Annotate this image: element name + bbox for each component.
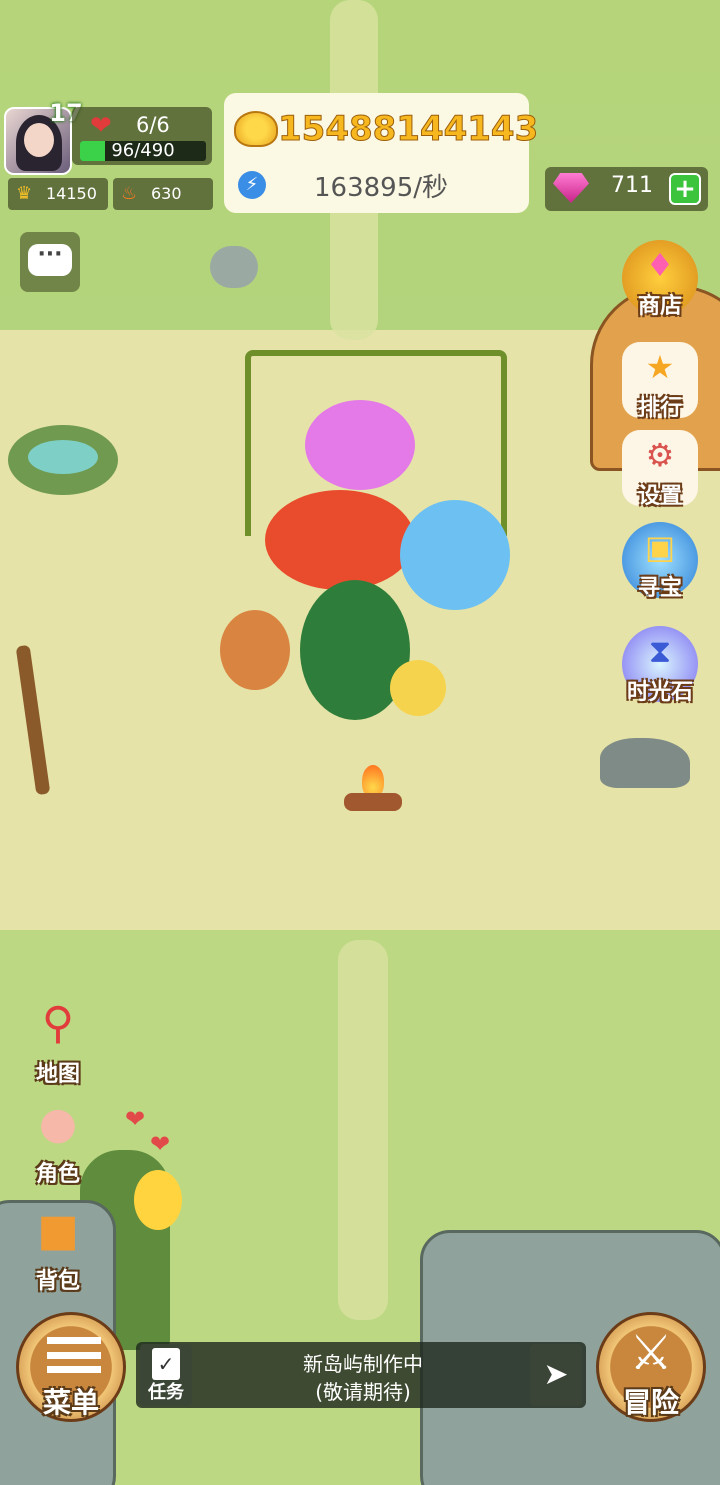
treasure-button[interactable]: ▣ 寻宝: [622, 522, 698, 601]
rank-button[interactable]: ★ 排行: [622, 342, 698, 421]
gold-amount: 15488144143: [277, 109, 539, 150]
gold-rate: 163895/秒: [314, 173, 449, 203]
campfire[interactable]: [340, 765, 406, 821]
map-icon: ⚲: [41, 998, 75, 1049]
menu-button[interactable]: 菜单: [16, 1312, 126, 1422]
backpack-icon: ■: [37, 1205, 79, 1256]
rank-label: 排行: [637, 396, 682, 421]
task-subtitle: (敬请期待): [315, 1380, 411, 1404]
bag-label: 背包: [35, 1269, 80, 1294]
gem-icon: [553, 173, 589, 203]
adventure-label: 冒险: [622, 1386, 679, 1419]
adventure-button[interactable]: ⚔ 冒险: [596, 1312, 706, 1422]
crown-value: 14150: [46, 184, 97, 203]
chick[interactable]: [134, 1170, 182, 1230]
logs: [344, 793, 402, 811]
trail-bottom: [338, 940, 388, 1320]
heart-icon: ❤: [125, 1105, 146, 1133]
settings-label: 设置: [637, 484, 682, 509]
fire-stat: ♨ 630: [113, 178, 213, 210]
settings-button[interactable]: ⚙ 设置: [622, 430, 698, 509]
task-go-button[interactable]: ➤: [530, 1344, 582, 1406]
golden-axe: [390, 660, 446, 716]
menu-icon: [47, 1337, 101, 1373]
task-title: 新岛屿制作中: [303, 1352, 423, 1376]
task-label: 任务: [148, 1382, 184, 1403]
shop-button[interactable]: ♦ 商店: [622, 240, 698, 319]
gem-panel: 711 +: [545, 167, 708, 211]
treasure-chest-icon: ♦: [645, 246, 675, 284]
chest-icon: ▣: [644, 528, 676, 566]
treasure-label: 寻宝: [637, 576, 682, 601]
hp-panel: ❤ 6/6 96/490: [72, 107, 212, 165]
fire-value: 630: [151, 184, 182, 203]
time-stone-label: 时光石: [626, 680, 693, 705]
pond-water: [28, 440, 98, 474]
grey-stone: [600, 738, 690, 788]
fire-bird-pet: [265, 490, 415, 590]
exp-value: 96/490: [111, 141, 175, 161]
character-face-icon: ●: [38, 1098, 78, 1149]
trophy-icon: ★: [645, 348, 675, 386]
crossed-swords-icon: ⚔: [629, 1325, 673, 1381]
avatar-face: [24, 123, 54, 157]
lightning-icon: ⚡: [238, 171, 266, 199]
role-button[interactable]: ● 角色: [18, 1098, 98, 1188]
hp-value: 6/6: [136, 113, 170, 137]
shop-label: 商店: [637, 294, 682, 319]
gem-amount: 711: [611, 173, 653, 198]
pond: [8, 425, 118, 495]
chat-button[interactable]: ···: [20, 232, 80, 292]
clipboard-check-icon: ✓: [152, 1348, 180, 1380]
menu-label: 菜单: [42, 1386, 99, 1419]
chat-icon: ···: [28, 244, 72, 276]
small-rock: [210, 246, 258, 288]
currency-panel: 15488144143 ⚡ 163895/秒: [224, 93, 539, 213]
map-button[interactable]: ⚲ 地图: [18, 998, 98, 1088]
monkey-pet: [220, 610, 290, 690]
fire-icon: ♨: [121, 183, 138, 204]
gear-icon: ⚙: [645, 436, 675, 474]
exp-bar: 96/490: [80, 141, 206, 161]
role-label: 角色: [35, 1162, 80, 1187]
pet-group[interactable]: [165, 320, 565, 750]
task-button[interactable]: ✓ 任务: [140, 1344, 192, 1406]
crown-stat: ♛ 14150: [8, 178, 108, 210]
pink-dragon-pet: [305, 400, 415, 490]
arrow-right-icon: ➤: [543, 1357, 569, 1392]
game-scene: ❤ ❤: [0, 0, 720, 1485]
map-label: 地图: [35, 1062, 80, 1087]
hourglass-icon: ⧗: [648, 632, 672, 670]
ice-fox-pet: [400, 500, 510, 610]
bag-button[interactable]: ■ 背包: [18, 1205, 98, 1295]
heart-icon: ❤: [90, 111, 112, 141]
time-stone-button[interactable]: ⧗ 时光石: [622, 626, 698, 705]
crown-icon: ♛: [16, 183, 33, 204]
gold-ingot-icon: [234, 111, 278, 147]
heart-icon: ❤: [150, 1130, 171, 1158]
add-gems-button[interactable]: +: [669, 173, 701, 205]
task-bar: ✓ 任务 新岛屿制作中 (敬请期待) ➤: [136, 1342, 586, 1408]
